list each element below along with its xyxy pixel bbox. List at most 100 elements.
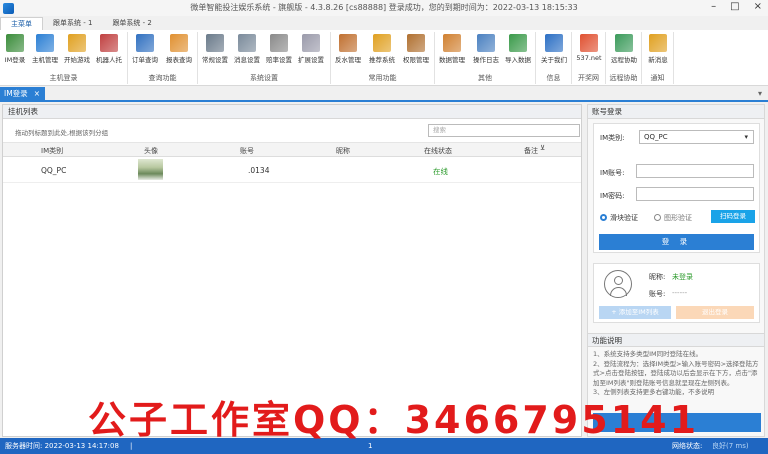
im-type-value: QQ_PC: [644, 133, 668, 141]
tab-main-menu[interactable]: 主菜单: [0, 17, 43, 30]
message-settings-icon: [238, 34, 256, 52]
odds-settings-button[interactable]: 赔率设置: [266, 34, 292, 64]
ribbon-group-label: 远程协助: [609, 74, 638, 82]
cell-account: .0134: [248, 166, 270, 175]
tab-follow-system-2[interactable]: 跟单系统 - 2: [102, 17, 161, 30]
function-description-title: 功能说明: [588, 333, 764, 347]
nickname-value: 未登录: [672, 273, 693, 281]
nickname-label: 昵称:: [649, 273, 666, 281]
image-verify-label: 图形验证: [664, 214, 692, 222]
column-header-remark[interactable]: 备注: [524, 146, 538, 156]
table-row[interactable]: QQ_PC .0134 在线: [3, 157, 581, 183]
im-password-field[interactable]: [636, 187, 754, 201]
ribbon-group-label: 查询功能: [148, 74, 177, 82]
doc-tab-im-login[interactable]: IM登录 ×: [0, 87, 45, 100]
extend-settings-button[interactable]: 扩展设置: [298, 34, 324, 64]
panel-title: 账号登录: [588, 105, 764, 119]
maximize-button[interactable]: □: [730, 1, 739, 12]
gear-icon: [206, 34, 224, 52]
ribbon-group-label: 开奖网: [578, 74, 599, 82]
host-manage-button[interactable]: 主机管理: [32, 34, 58, 64]
recommend-button[interactable]: 推荐系统: [369, 34, 395, 64]
lottery-site-button[interactable]: 537.net: [576, 34, 602, 62]
ribbon-group-host-login: IM登录 主机管理 开始游戏 机器人托 主机登录: [0, 32, 128, 84]
ribbon-group-label: 常用功能: [368, 74, 397, 82]
filter-icon[interactable]: ⊻: [540, 144, 545, 152]
ribbon-group-label: 主机登录: [49, 74, 78, 82]
remote-assist-button[interactable]: 远程协助: [611, 34, 637, 64]
import-icon: [509, 34, 527, 52]
ribbon-group-query: 订单查询 报表查询 查询功能: [128, 32, 198, 84]
image-verify-radio[interactable]: 图形验证: [654, 213, 692, 223]
report-query-button[interactable]: 报表查询: [166, 34, 192, 64]
permission-button[interactable]: 权限管理: [403, 34, 429, 64]
recommend-icon: [373, 34, 391, 52]
im-password-label: IM密码:: [600, 192, 625, 200]
ribbon-tabs: 主菜单 跟单系统 - 1 跟单系统 - 2: [0, 17, 768, 30]
scan-login-button[interactable]: 扫码登录: [711, 210, 755, 223]
add-to-im-list-button[interactable]: + 添加至IM列表: [599, 306, 671, 319]
extend-settings-icon: [302, 34, 320, 52]
im-login-icon: [6, 34, 24, 52]
im-account-label: IM账号:: [600, 169, 625, 177]
hosting-list-panel: 挂机列表 拖动列标题到此处,根据该列分组 搜索 IM类别 头像 账号 昵称 在线…: [2, 104, 582, 437]
close-icon[interactable]: ×: [34, 87, 40, 100]
ribbon-group-label: 通知: [650, 74, 665, 82]
chevron-down-icon: ▾: [744, 133, 748, 141]
im-account-field[interactable]: [636, 164, 754, 178]
cell-im-type: QQ_PC: [41, 166, 67, 175]
grid-header: IM类别 头像 账号 昵称 在线状态 备注 ⊻: [3, 143, 581, 157]
minimize-button[interactable]: –: [711, 1, 716, 12]
robot-button[interactable]: 机器人托: [96, 34, 122, 64]
user-avatar-icon: [604, 270, 632, 298]
login-button[interactable]: 登 录: [599, 234, 754, 250]
rebate-button[interactable]: 反水管理: [335, 34, 361, 64]
ribbon-group-system-settings: 常规设置 消息设置 赔率设置 扩展设置 系统设置: [198, 32, 331, 84]
odds-settings-icon: [270, 34, 288, 52]
logout-button[interactable]: 退出登录: [676, 306, 754, 319]
order-query-button[interactable]: 订单查询: [132, 34, 158, 64]
cell-online-status: 在线: [433, 167, 448, 176]
slider-verify-radio[interactable]: 滑块验证: [600, 213, 638, 223]
operation-log-button[interactable]: 操作日志: [473, 34, 499, 64]
radio-selected-icon: [600, 214, 607, 221]
chevron-down-icon[interactable]: ▾: [758, 89, 762, 98]
start-game-icon: [68, 34, 86, 52]
message-settings-button[interactable]: 消息设置: [234, 34, 260, 64]
permission-icon: [407, 34, 425, 52]
slider-verify-label: 滑块验证: [610, 214, 638, 222]
description-line: 3、左侧列表支持更多右键功能，不多说明: [593, 388, 715, 396]
group-by-hint: 拖动列标题到此处,根据该列分组: [15, 129, 109, 137]
import-data-button[interactable]: 导入数据: [505, 34, 531, 64]
column-header-online-status[interactable]: 在线状态: [424, 146, 452, 156]
description-line: 1、系统支持多类型IM同时登陆在线。: [593, 350, 703, 358]
login-form: IM类别: QQ_PC ▾ IM账号: IM密码: 滑块验证 图形验证 扫码登录…: [593, 123, 760, 253]
about-button[interactable]: 关于我们: [541, 34, 567, 64]
start-game-button[interactable]: 开始游戏: [64, 34, 90, 64]
data-manage-button[interactable]: 数据管理: [439, 34, 465, 64]
im-type-select[interactable]: QQ_PC ▾: [639, 130, 754, 144]
close-button[interactable]: ×: [754, 1, 762, 12]
watermark-text: 公子工作室QQ：3466795141: [88, 398, 700, 442]
account-value: ------: [672, 289, 688, 297]
ribbon: IM登录 主机管理 开始游戏 机器人托 主机登录 订单查询 报表查询 查询功能 …: [0, 30, 768, 86]
ribbon-group-notify: 新消息 通知: [642, 32, 674, 84]
bell-icon: [649, 34, 667, 52]
im-login-button[interactable]: IM登录: [2, 34, 28, 64]
account-label: 账号:: [649, 290, 666, 298]
info-icon: [545, 34, 563, 52]
column-header-im-type[interactable]: IM类别: [41, 146, 63, 156]
general-settings-button[interactable]: 常规设置: [202, 34, 228, 64]
group-by-bar[interactable]: 拖动列标题到此处,根据该列分组 搜索: [3, 119, 581, 143]
doc-tab-strip: [0, 100, 768, 102]
search-input[interactable]: 搜索: [428, 124, 580, 137]
column-header-account[interactable]: 账号: [240, 146, 254, 156]
ribbon-group-other: 数据管理 操作日志 导入数据 其他: [435, 32, 536, 84]
function-description-text: 1、系统支持多类型IM同时登陆在线。 2、登陆流程为：选择IM类型>输入账号密码…: [593, 350, 761, 398]
tab-follow-system-1[interactable]: 跟单系统 - 1: [43, 17, 102, 30]
new-message-button[interactable]: 新消息: [645, 34, 671, 64]
radio-unselected-icon: [654, 214, 661, 221]
ribbon-group-info: 关于我们 信息: [536, 32, 572, 84]
column-header-nickname[interactable]: 昵称: [336, 146, 350, 156]
column-header-avatar[interactable]: 头像: [144, 146, 158, 156]
